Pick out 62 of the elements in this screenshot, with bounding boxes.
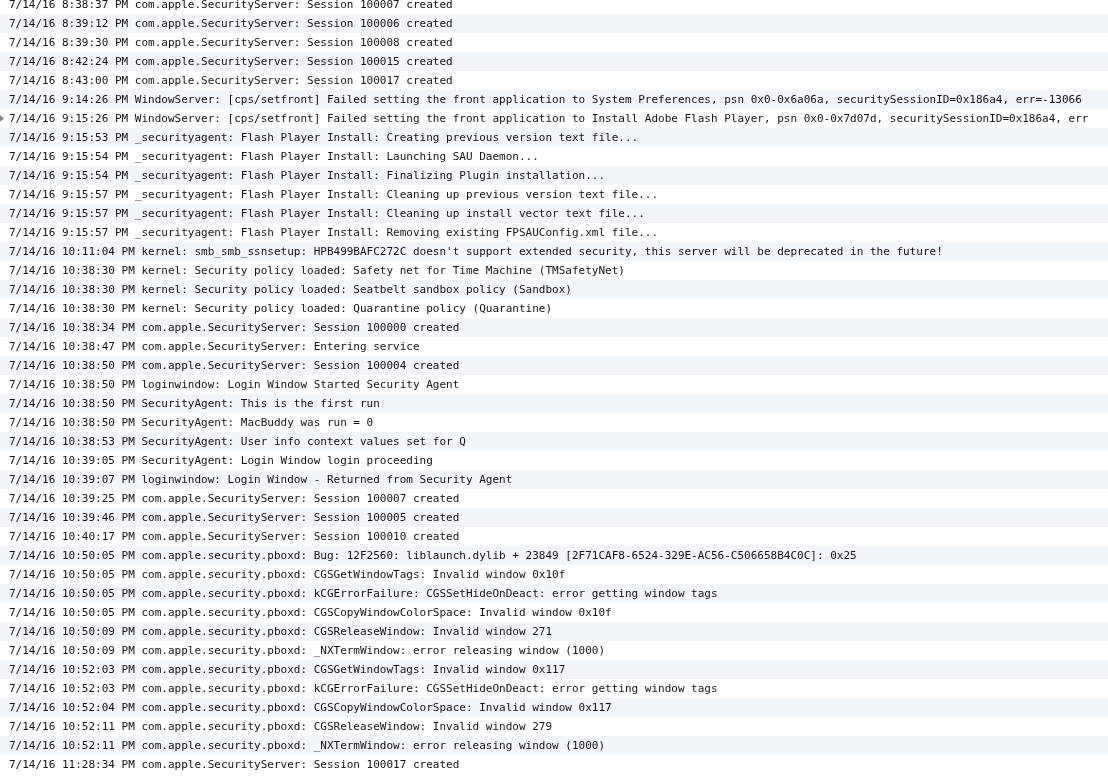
log-entry: 7/14/16 8:43:00 PM com.apple.SecurityServer: Session 100017 created — [9, 74, 453, 87]
log-entry: 7/14/16 10:39:25 PM com.apple.SecurityServer: Session 100007 created — [9, 492, 460, 505]
log-entry: 7/14/16 10:39:05 PM SecurityAgent: Login Window login proceeding — [9, 454, 433, 467]
log-entry: 7/14/16 10:38:53 PM SecurityAgent: User info context values set for Q — [9, 435, 466, 448]
log-entry: 7/14/16 10:52:03 PM com.apple.security.pboxd: kCGErrorFailure: CGSSetHideOnDeact: error getting window tags — [9, 682, 718, 695]
log-entry: 7/14/16 10:39:46 PM com.apple.SecurityServer: Session 100005 created — [9, 511, 460, 524]
log-row[interactable]: 7/14/16 9:15:53 PM _securityagent: Flash Player Install: Creating previous version text file... — [0, 128, 1108, 147]
log-entry: 7/14/16 10:52:11 PM com.apple.security.pboxd: CGSReleaseWindow: Invalid window 279 — [9, 720, 553, 733]
log-entry: 7/14/16 10:39:07 PM loginwindow: Login Window - Returned from Security Agent — [9, 473, 513, 486]
log-entry: 7/14/16 10:11:04 PM kernel: smb_smb_ssnsetup: HPB499BAFC272C doesn't support extended security, this server will be deprecated in the future! — [9, 245, 943, 258]
log-entry: 7/14/16 9:15:53 PM _securityagent: Flash Player Install: Creating previous version text file... — [9, 131, 639, 144]
log-entry: 7/14/16 10:40:17 PM com.apple.SecurityServer: Session 100010 created — [9, 530, 460, 543]
log-entry: 7/14/16 10:38:30 PM kernel: Security policy loaded: Safety net for Time Machine (TMSafetyNet) — [9, 264, 625, 277]
log-entry: 7/14/16 9:15:54 PM _securityagent: Flash Player Install: Finalizing Plugin installation... — [9, 169, 606, 182]
log-entry: 7/14/16 10:50:09 PM com.apple.security.pboxd: CGSReleaseWindow: Invalid window 271 — [9, 625, 553, 638]
log-row[interactable]: 7/14/16 10:38:50 PM SecurityAgent: This is the first run — [0, 394, 1108, 413]
log-row[interactable]: 7/14/16 10:38:34 PM com.apple.SecurityServer: Session 100000 created — [0, 318, 1108, 337]
log-entry: 7/14/16 8:39:30 PM com.apple.SecurityServer: Session 100008 created — [9, 36, 453, 49]
log-entry: 7/14/16 10:52:03 PM com.apple.security.pboxd: CGSGetWindowTags: Invalid window 0x117 — [9, 663, 566, 676]
log-row[interactable]: 7/14/16 10:50:05 PM com.apple.security.pboxd: Bug: 12F2560: liblaunch.dylib + 23849 [2F71CAF8-6524-329E-AC56-C506658B4C0C]: 0x25 — [0, 546, 1108, 565]
log-entry: 7/14/16 10:50:05 PM com.apple.security.pboxd: Bug: 12F2560: liblaunch.dylib + 23849 [2F71CAF8-6524-329E-AC56-C506658B4C0C]: 0x25 — [9, 549, 857, 562]
log-entry: 7/14/16 10:38:50 PM com.apple.SecurityServer: Session 100004 created — [9, 359, 460, 372]
log-entry: 7/14/16 10:38:30 PM kernel: Security policy loaded: Seatbelt sandbox policy (Sandbox) — [9, 283, 572, 296]
log-entry: 7/14/16 9:15:26 PM WindowServer: [cps/setfront] Failed setting the front application to Install Adobe Flash Player, psn 0x0-0x7d07d, securitySessionID=0x186a4, err — [9, 112, 1089, 125]
log-entry: 7/14/16 10:50:05 PM com.apple.security.pboxd: CGSGetWindowTags: Invalid window 0x10f — [9, 568, 566, 581]
log-entry: 7/14/16 10:38:47 PM com.apple.SecurityServer: Entering service — [9, 340, 420, 353]
log-row[interactable]: 7/14/16 10:50:09 PM com.apple.security.pboxd: CGSReleaseWindow: Invalid window 271 — [0, 622, 1108, 641]
log-entry: 7/14/16 10:38:34 PM com.apple.SecurityServer: Session 100000 created — [9, 321, 460, 334]
log-row[interactable]: 7/14/16 10:39:07 PM loginwindow: Login Window - Returned from Security Agent — [0, 470, 1108, 489]
log-entry: 7/14/16 8:38:37 PM com.apple.SecurityServer: Session 100007 created — [9, 0, 453, 11]
log-entry: 7/14/16 9:14:26 PM WindowServer: [cps/setfront] Failed setting the front application to System Preferences, psn 0x0-0x6a06a, securitySessionID=0x186a4, err=-13066 — [9, 93, 1082, 106]
log-row[interactable]: 7/14/16 10:38:50 PM com.apple.SecurityServer: Session 100004 created — [0, 356, 1108, 375]
disclosure-triangle-icon[interactable] — [0, 115, 4, 122]
log-entry: 7/14/16 9:15:54 PM _securityagent: Flash Player Install: Launching SAU Daemon... — [9, 150, 539, 163]
log-row[interactable]: 7/14/16 10:52:03 PM com.apple.security.pboxd: CGSGetWindowTags: Invalid window 0x117 — [0, 660, 1108, 679]
log-entry: 7/14/16 10:38:50 PM SecurityAgent: MacBuddy was run = 0 — [9, 416, 374, 429]
log-entry: 7/14/16 10:52:11 PM com.apple.security.pboxd: _NXTermWindow: error releasing window (1000) — [9, 739, 606, 752]
log-row[interactable]: 7/14/16 10:11:04 PM kernel: smb_smb_ssnsetup: HPB499BAFC272C doesn't support extended security, this server will be deprecated in the future! — [0, 242, 1108, 261]
log-entry: 7/14/16 8:39:12 PM com.apple.SecurityServer: Session 100006 created — [9, 17, 453, 30]
log-entry: 7/14/16 11:28:34 PM com.apple.SecurityServer: Session 100017 created — [9, 758, 460, 771]
log-row[interactable]: 7/14/16 8:42:24 PM com.apple.SecurityServer: Session 100015 created — [0, 52, 1108, 71]
log-entry: 7/14/16 10:50:05 PM com.apple.security.pboxd: CGSCopyWindowColorSpace: Invalid window 0x10f — [9, 606, 612, 619]
log-entry: 7/14/16 9:15:57 PM _securityagent: Flash Player Install: Removing existing FPSAUConfig.xml file... — [9, 226, 658, 239]
log-row[interactable]: 7/14/16 10:50:05 PM com.apple.security.pboxd: kCGErrorFailure: CGSSetHideOnDeact: error getting window tags — [0, 584, 1108, 603]
log-entry: 7/14/16 10:38:30 PM kernel: Security policy loaded: Quarantine policy (Quarantine) — [9, 302, 553, 315]
log-row[interactable]: 7/14/16 9:14:26 PM WindowServer: [cps/setfront] Failed setting the front application to System Preferences, psn 0x0-0x6a06a, securitySessionID=0x186a4, err=-13066 — [0, 90, 1108, 109]
log-entry: 7/14/16 9:15:57 PM _securityagent: Flash Player Install: Cleaning up install vector text file... — [9, 207, 645, 220]
log-row[interactable]: 7/14/16 10:52:11 PM com.apple.security.pboxd: _NXTermWindow: error releasing window (1000) — [0, 736, 1108, 755]
log-row[interactable]: 7/14/16 8:39:12 PM com.apple.SecurityServer: Session 100006 created — [0, 14, 1108, 33]
log-row[interactable]: 7/14/16 10:38:30 PM kernel: Security policy loaded: Seatbelt sandbox policy (Sandbox) — [0, 280, 1108, 299]
log-row[interactable]: 7/14/16 10:38:53 PM SecurityAgent: User info context values set for Q — [0, 432, 1108, 451]
log-entry: 7/14/16 10:38:50 PM loginwindow: Login Window Started Security Agent — [9, 378, 460, 391]
log-row[interactable]: 7/14/16 9:15:54 PM _securityagent: Flash Player Install: Finalizing Plugin installation... — [0, 166, 1108, 185]
log-entry: 7/14/16 10:38:50 PM SecurityAgent: This is the first run — [9, 397, 380, 410]
log-entry: 7/14/16 10:50:09 PM com.apple.security.pboxd: _NXTermWindow: error releasing window (1000) — [9, 644, 606, 657]
log-entry: 7/14/16 10:52:04 PM com.apple.security.pboxd: CGSCopyWindowColorSpace: Invalid window 0x117 — [9, 701, 612, 714]
log-row[interactable]: 7/14/16 10:52:04 PM com.apple.security.pboxd: CGSCopyWindowColorSpace: Invalid window 0x117 — [0, 698, 1108, 717]
log-entry: 7/14/16 8:42:24 PM com.apple.SecurityServer: Session 100015 created — [9, 55, 453, 68]
log-entry: 7/14/16 10:50:05 PM com.apple.security.pboxd: kCGErrorFailure: CGSSetHideOnDeact: error getting window tags — [9, 587, 718, 600]
log-row[interactable]: 7/14/16 10:39:46 PM com.apple.SecurityServer: Session 100005 created — [0, 508, 1108, 527]
log-row[interactable]: 7/14/16 9:15:57 PM _securityagent: Flash Player Install: Cleaning up install vector text file... — [0, 204, 1108, 223]
log-entry: 7/14/16 9:15:57 PM _securityagent: Flash Player Install: Cleaning up previous version text file... — [9, 188, 658, 201]
